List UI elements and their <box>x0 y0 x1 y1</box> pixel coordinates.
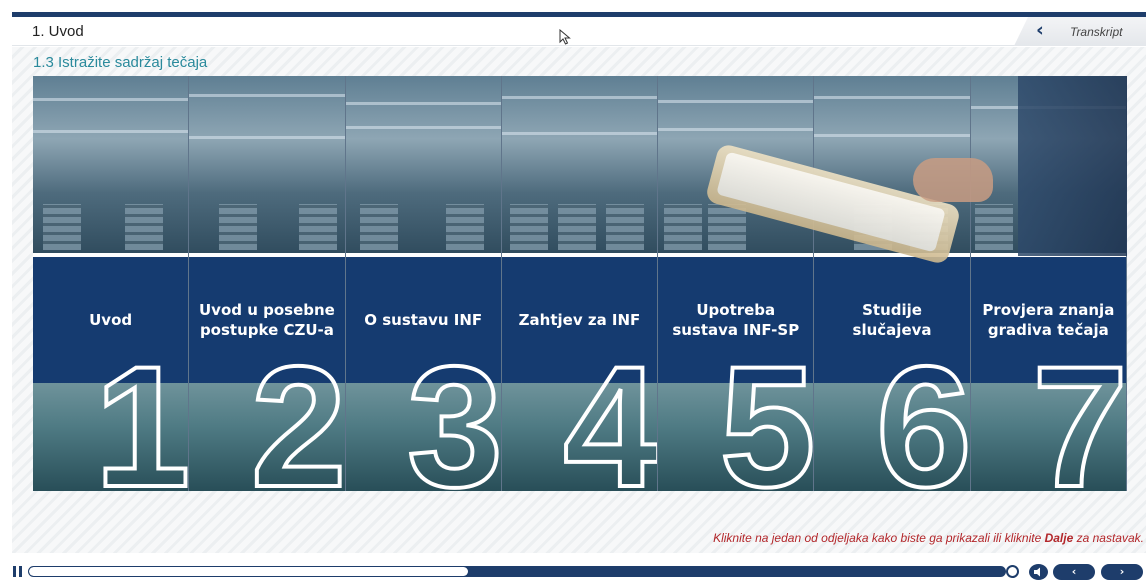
chevron-left-icon: ‹ <box>1071 565 1077 578</box>
chevron-right-icon: › <box>1119 565 1125 578</box>
section-label: O sustavu INF <box>364 311 483 329</box>
section-tile-6[interactable]: Studije slučajeva 6 <box>814 76 971 491</box>
section-tile-5[interactable]: Upotreba sustava INF-SP 5 <box>658 76 815 491</box>
previous-button[interactable]: ‹ <box>1053 564 1095 580</box>
warehouse-photo <box>33 76 189 256</box>
section-label: Zahtjev za INF <box>518 311 641 329</box>
top-strip <box>0 0 1146 12</box>
hand-graphic <box>913 158 993 202</box>
progress-bar[interactable] <box>28 566 1006 577</box>
person-graphic <box>1018 76 1127 256</box>
section-number: 5 <box>718 331 815 491</box>
section-number: 7 <box>1030 331 1127 491</box>
section-tile-3[interactable]: O sustavu INF 3 <box>345 76 502 491</box>
section-tile-4[interactable]: Zahtjev za INF 4 <box>501 76 659 491</box>
warehouse-photo <box>345 76 501 256</box>
header-bar: 1. Uvod ‹ Transkript <box>12 17 1146 46</box>
player-controls: ‹ › <box>0 562 1146 581</box>
pause-button[interactable] <box>13 566 23 577</box>
volume-button[interactable] <box>1029 564 1048 580</box>
hint-next-keyword: Dalje <box>1044 531 1074 545</box>
slide-content: 1.3 Istražite sadržaj tečaja Uvod 1 Uvod… <box>12 47 1146 553</box>
mouse-cursor-icon <box>559 29 571 45</box>
section-number: 3 <box>405 331 502 491</box>
progress-fill <box>29 567 469 576</box>
section-tile-2[interactable]: Uvod u posebne postupke CZU-a 2 <box>189 76 346 491</box>
chevron-left-icon: ‹ <box>1036 19 1044 41</box>
pause-icon <box>13 566 16 577</box>
warehouse-photo <box>189 76 345 256</box>
speaker-icon <box>1034 567 1040 577</box>
section-number: 1 <box>93 331 190 491</box>
section-label: Uvod <box>89 311 133 329</box>
lesson-title: 1. Uvod <box>32 23 84 40</box>
transcript-button[interactable]: ‹ Transkript <box>1014 17 1146 46</box>
pause-icon <box>19 566 22 577</box>
hint-text: Kliknite na jedan od odjeljaka kako bist… <box>713 531 1045 545</box>
section-title: 1.3 Istražite sadržaj tečaja <box>33 54 208 71</box>
progress-handle[interactable] <box>1006 565 1019 578</box>
navigation-hint: Kliknite na jedan od odjeljaka kako bist… <box>713 531 1144 545</box>
warehouse-photo <box>501 76 658 256</box>
section-number: 2 <box>249 331 346 491</box>
course-sections: Uvod 1 Uvod u posebne postupke CZU-a 2 O… <box>33 76 1127 491</box>
section-number: 4 <box>561 331 659 491</box>
next-button[interactable]: › <box>1101 564 1143 580</box>
transcript-label: Transkript <box>1070 25 1123 39</box>
hint-text-end: za nastavak. <box>1073 531 1144 545</box>
section-tile-1[interactable]: Uvod 1 <box>33 76 190 491</box>
section-number: 6 <box>874 331 971 491</box>
